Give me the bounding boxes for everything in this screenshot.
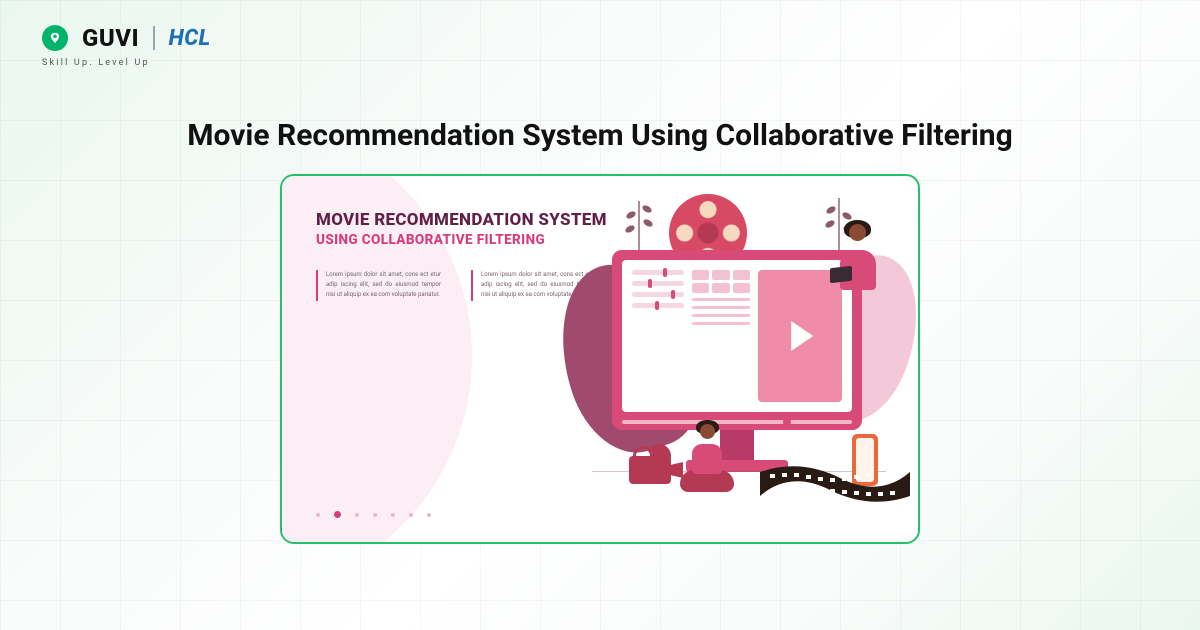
carousel-dots[interactable] bbox=[316, 511, 431, 518]
carousel-dot[interactable] bbox=[427, 513, 431, 517]
monitor-screen bbox=[622, 260, 852, 412]
lorem-text-1: Lorem ipsum dolor sit amet, cons ect etu… bbox=[326, 270, 441, 301]
bar-row-icon bbox=[692, 298, 750, 301]
play-video-icon bbox=[758, 270, 842, 402]
person-on-monitor-icon bbox=[832, 222, 886, 290]
film-strip-icon bbox=[760, 464, 910, 504]
person-sitting-icon bbox=[674, 420, 746, 492]
carousel-dot[interactable] bbox=[355, 513, 359, 517]
carousel-dot[interactable] bbox=[409, 513, 413, 517]
logo-row: GUVI HCL bbox=[42, 24, 211, 52]
monitor-icon bbox=[612, 250, 862, 430]
laptop-icon bbox=[830, 266, 852, 283]
lorem-columns: Lorem ipsum dolor sit amet, cons ect etu… bbox=[316, 270, 596, 301]
screen-grid bbox=[692, 270, 750, 402]
bar-row-icon bbox=[692, 306, 750, 309]
hero-card: MOVIE RECOMMENDATION SYSTEM USING COLLAB… bbox=[280, 174, 920, 544]
grid-icons bbox=[692, 270, 750, 293]
logo-divider bbox=[153, 26, 155, 50]
guvi-wordmark: GUVI bbox=[82, 24, 139, 52]
page-title: Movie Recommendation System Using Collab… bbox=[0, 118, 1200, 153]
bar-row-icon bbox=[692, 322, 750, 325]
carousel-dot[interactable] bbox=[391, 513, 395, 517]
slider-icon bbox=[632, 292, 684, 297]
video-camera-icon bbox=[629, 456, 671, 484]
illustration-group bbox=[574, 192, 904, 522]
brand-tagline: Skill Up. Level Up bbox=[42, 58, 211, 68]
guvi-badge-icon bbox=[42, 25, 68, 51]
bar-row-icon bbox=[692, 314, 750, 317]
screen-sliders bbox=[632, 270, 684, 402]
carousel-dot[interactable] bbox=[316, 513, 320, 517]
hcl-wordmark: HCL bbox=[169, 26, 211, 51]
carousel-dot[interactable] bbox=[373, 513, 377, 517]
slider-icon bbox=[632, 270, 684, 275]
lorem-col-1: Lorem ipsum dolor sit amet, cons ect etu… bbox=[316, 270, 441, 301]
slider-icon bbox=[632, 303, 684, 308]
carousel-dot-active[interactable] bbox=[334, 511, 341, 518]
slider-icon bbox=[632, 281, 684, 286]
header-logo-block: GUVI HCL Skill Up. Level Up bbox=[42, 24, 211, 68]
